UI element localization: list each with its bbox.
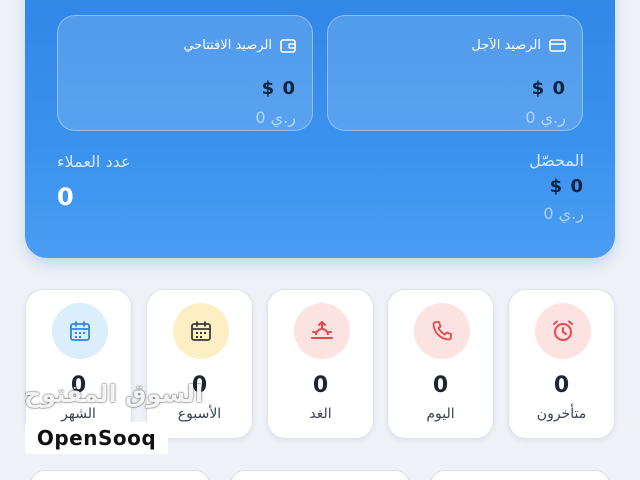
- week-label: الأسبوع: [177, 406, 222, 422]
- today-count: 0: [432, 373, 449, 398]
- phone-icon: [414, 303, 470, 359]
- today-label: اليوم: [426, 406, 455, 422]
- tile-today[interactable]: 0 اليوم: [387, 289, 494, 439]
- deferred-balance-label: الرصيد الآجل: [471, 38, 541, 53]
- clients-count-label: عدد العملاء: [57, 152, 131, 171]
- tile-week[interactable]: 0 الأسبوع: [146, 289, 253, 439]
- collected-local: 0 ر.ي: [543, 204, 584, 223]
- card-icon: [549, 39, 566, 52]
- opening-balance-local: 0 ر.ي: [255, 108, 296, 127]
- tomorrow-label: الغد: [309, 406, 332, 422]
- calendar-icon: [173, 303, 229, 359]
- collected-amount: $ 0: [549, 176, 584, 197]
- opening-balance-card[interactable]: الرصيد الافتتاحي $ 0 0 ر.ي: [57, 15, 313, 131]
- overdue-label: متأخرون: [536, 406, 587, 422]
- opening-balance-amount: $ 0: [261, 78, 296, 99]
- tile-overdue[interactable]: 0 متأخرون: [508, 289, 615, 439]
- sunrise-icon: [294, 303, 350, 359]
- tile-tomorrow[interactable]: 0 الغد: [267, 289, 374, 439]
- opening-balance-label: الرصيد الافتتاحي: [183, 38, 272, 53]
- overdue-count: 0: [553, 373, 570, 398]
- alarm-clock-icon: [535, 303, 591, 359]
- wallet-icon: [280, 38, 296, 53]
- collected-label: المحصّل: [529, 151, 584, 170]
- bottom-card-left[interactable]: [30, 470, 210, 480]
- tomorrow-count: 0: [312, 373, 329, 398]
- deferred-balance-card[interactable]: الرصيد الآجل $ 0 0 ر.ي: [327, 15, 583, 131]
- bottom-card-middle[interactable]: [230, 470, 410, 480]
- watermark-arabic: السوق المفتوح: [24, 380, 204, 408]
- deferred-balance-local: 0 ر.ي: [525, 108, 566, 127]
- watermark-logo: OpenSooq: [25, 422, 168, 454]
- deferred-balance-amount: $ 0: [531, 78, 566, 99]
- clients-count-value: 0: [57, 183, 74, 211]
- tile-month[interactable]: 0 الشهر: [25, 289, 132, 439]
- calendar-month-icon: [52, 303, 108, 359]
- month-label: الشهر: [61, 406, 96, 422]
- bottom-card-right[interactable]: [430, 470, 610, 480]
